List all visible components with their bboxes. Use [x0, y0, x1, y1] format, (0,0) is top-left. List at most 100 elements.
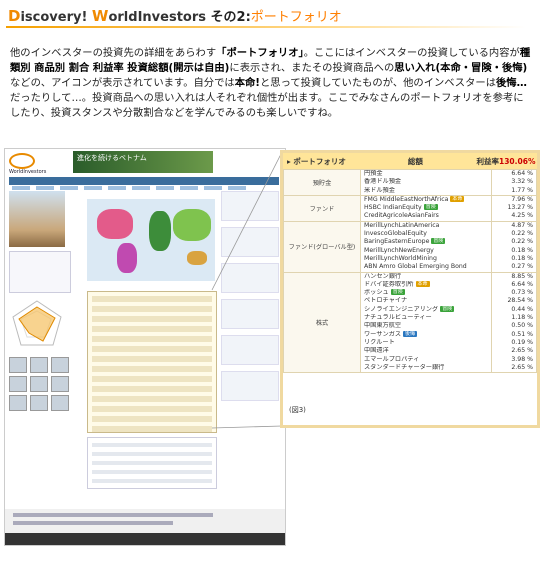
portfolio-item-value: 6.64 % [511, 170, 533, 177]
investor-thumbnails [9, 357, 71, 411]
portfolio-values: 4.87 % 0.22 % 0.22 % 0.18 % 0.18 % 0.27 % [491, 220, 537, 273]
portfolio-item: HSBC IndianEquity 冒険 [364, 204, 488, 212]
portfolio-item-value: 0.18 % [511, 254, 533, 262]
intro-text-2: 。ここにはインベスターの投資している内容が [303, 47, 520, 59]
portfolio-item-name: CreditAgricoleAsianFairs [364, 212, 439, 220]
portfolio-panel: ▸ ポートフォリオ 総額 利益率 130.06% 預貯金 円預金 香港ドル預金 米ドル… [280, 150, 540, 428]
portfolio-items: FMG MiddleEastNorthAfrica 本命 HSBC IndianEq… [360, 194, 492, 222]
portfolio-item: MerillLynchWorldMining [364, 255, 488, 263]
total-label: 総額 [407, 156, 423, 166]
portfolio-item-name: BaringEasternEurope [364, 238, 430, 246]
intro-bold-5: 後悔… [496, 77, 527, 89]
portfolio-item: ペトロチャイナ [364, 297, 488, 305]
header-part: その2: [210, 10, 251, 25]
portfolio-category: 株式 [283, 271, 361, 374]
site-sidebar [9, 191, 71, 411]
badge-bou-icon: 冒険 [390, 289, 405, 296]
portfolio-item-value: 4.87 % [511, 221, 533, 229]
header-divider [6, 26, 526, 28]
portfolio-item: 中国東方航空 [364, 322, 488, 330]
site-investment-box [87, 437, 217, 489]
portfolio-item-name: InvescoGlobalEquity [364, 230, 427, 238]
intro-text-1: 他のインベスターの投資先の詳細をあらわす [10, 47, 217, 59]
portfolio-item-value: 2.65 % [511, 347, 533, 355]
intro-bold-4: 本命! [234, 77, 260, 89]
portfolio-item: 香港ドル預金 [364, 178, 488, 186]
portfolio-item-value: 0.22 % [511, 238, 533, 246]
portfolio-item: 中国遠洋 [364, 347, 488, 355]
portfolio-item: ナチュラルビューティー [364, 314, 488, 322]
badge-bou-icon: 冒険 [440, 305, 455, 312]
profile-box [9, 251, 71, 293]
portfolio-item-name: シノライエンジニアリング [364, 305, 439, 313]
portfolio-item-value: 0.44 % [511, 305, 533, 313]
badge-bou-icon: 冒険 [423, 204, 438, 211]
portfolio-item-value: 3.98 % [511, 355, 533, 363]
figure-label: (図3) [289, 406, 306, 414]
portfolio-items: MerillLynchLatinAmerica InvescoGlobalEqui… [360, 220, 492, 273]
portfolio-item-value: 3.32 % [511, 178, 533, 186]
page-header: Discovery! WorldInvestors その2:ポートフォリオ [8, 6, 342, 25]
portfolio-item: ボッシュ 冒険 [364, 289, 488, 297]
portfolio-item-name: ABN Amro Global Emerging Bond [364, 263, 467, 271]
header-cap-d: D [8, 7, 21, 25]
intro-paragraph: 他のインベスターの投資先の詳細をあらわす「ポートフォリオ」。ここにはインベスター… [10, 46, 532, 121]
portfolio-table: 預貯金 円預金 香港ドル預金 米ドル預金 6.64 % 3.32 % 1.77 % ファンド F… [283, 169, 537, 374]
portfolio-item: 米ドル預金 [364, 187, 488, 195]
portfolio-item: ハンセン銀行 [364, 273, 488, 281]
portfolio-item: ABN Amro Global Emerging Bond [364, 263, 488, 271]
portfolio-category: ファンド(グローバル型) [283, 220, 361, 273]
portfolio-item-value: 0.22 % [511, 230, 533, 238]
portfolio-values: 8.85 % 6.64 % 0.73 % 28.54 % 0.44 % 1.18 % 0.5… [491, 271, 537, 374]
portfolio-items: 円預金 香港ドル預金 米ドル預金 [360, 169, 492, 196]
intro-text-4: などの、アイコンが表示されています。自分では [10, 77, 235, 89]
portfolio-item: リクルート [364, 339, 488, 347]
site-logo-text: WorldInvestors [9, 169, 47, 175]
portfolio-item-value: 6.64 % [511, 280, 533, 288]
portfolio-item: MerillLynchLatinAmerica [364, 222, 488, 230]
header-word-worldinvestors: orldInvestors [108, 10, 206, 25]
site-banner: 進化を続けるベトナム [73, 151, 213, 173]
portfolio-item-name: ワーサンガス [364, 330, 402, 338]
intro-bold-3: 思い入れ(本命・冒険・後悔) [394, 62, 528, 74]
site-right-column [221, 191, 279, 407]
site-portfolio-table [87, 291, 217, 433]
camel-photo [9, 191, 65, 247]
portfolio-item-value: 0.19 % [511, 338, 533, 346]
portfolio-item-value: 0.18 % [511, 246, 533, 254]
portfolio-item-name: エマールプロパティ [364, 355, 420, 363]
site-logo: WorldInvestors [9, 153, 69, 177]
portfolio-item: エマールプロパティ [364, 356, 488, 364]
profit-value: 130.06% [499, 156, 536, 166]
portfolio-group-row: ファンド FMG MiddleEastNorthAfrica 本命 HSBC Indi… [283, 194, 537, 222]
portfolio-item-value: 0.51 % [511, 330, 533, 338]
page-title: ポートフォリオ [250, 10, 342, 25]
logo-icon [9, 153, 35, 169]
portfolio-item-value: 28.54 % [507, 297, 533, 305]
site-footer [5, 509, 285, 545]
intro-text-6: だったりして…。投資商品への思い入れは人それぞれ個性が出ます。ここでみなさんのポ… [10, 92, 524, 119]
portfolio-header: ▸ ポートフォリオ 総額 利益率 130.06% [283, 153, 537, 169]
portfolio-item-name: 円預金 [364, 170, 383, 177]
portfolio-item: InvescoGlobalEquity [364, 230, 488, 238]
portfolio-item-value: 0.73 % [511, 289, 533, 297]
portfolio-group-row: 預貯金 円預金 香港ドル預金 米ドル預金 6.64 % 3.32 % 1.77 % [283, 169, 537, 196]
portfolio-item: FMG MiddleEastNorthAfrica 本命 [364, 195, 488, 204]
portfolio-item-name: 中国遠洋 [364, 347, 389, 355]
portfolio-values: 6.64 % 3.32 % 1.77 % [491, 169, 537, 196]
portfolio-item-name: MerillLynchLatinAmerica [364, 221, 440, 229]
portfolio-item-value: 0.50 % [511, 322, 533, 330]
intro-text-5: と思って投資していたものが、他のインベスターは [259, 77, 496, 89]
portfolio-item-value: 2.65 % [511, 363, 533, 371]
portfolio-item: スタンダードチャーター銀行 [364, 364, 488, 372]
site-nav [9, 177, 279, 190]
portfolio-group-row: 株式 ハンセン銀行 ドバイ証券取引所 本命 ボッシュ 冒険 ペトロチャイナ シノライエンジニア… [283, 271, 537, 374]
badge-hon-icon: 本命 [450, 195, 465, 202]
intro-text-3: に表示され、またその投資商品への [229, 62, 395, 74]
portfolio-item-name: スタンダードチャーター銀行 [364, 363, 445, 371]
portfolio-item: MerillLynchNewEnergy [364, 247, 488, 255]
portfolio-item: CreditAgricoleAsianFairs [364, 212, 488, 220]
portfolio-item-value: 1.18 % [511, 314, 533, 322]
portfolio-item-name: 米ドル預金 [364, 186, 395, 194]
portfolio-item-value: 7.96 % [511, 195, 533, 203]
